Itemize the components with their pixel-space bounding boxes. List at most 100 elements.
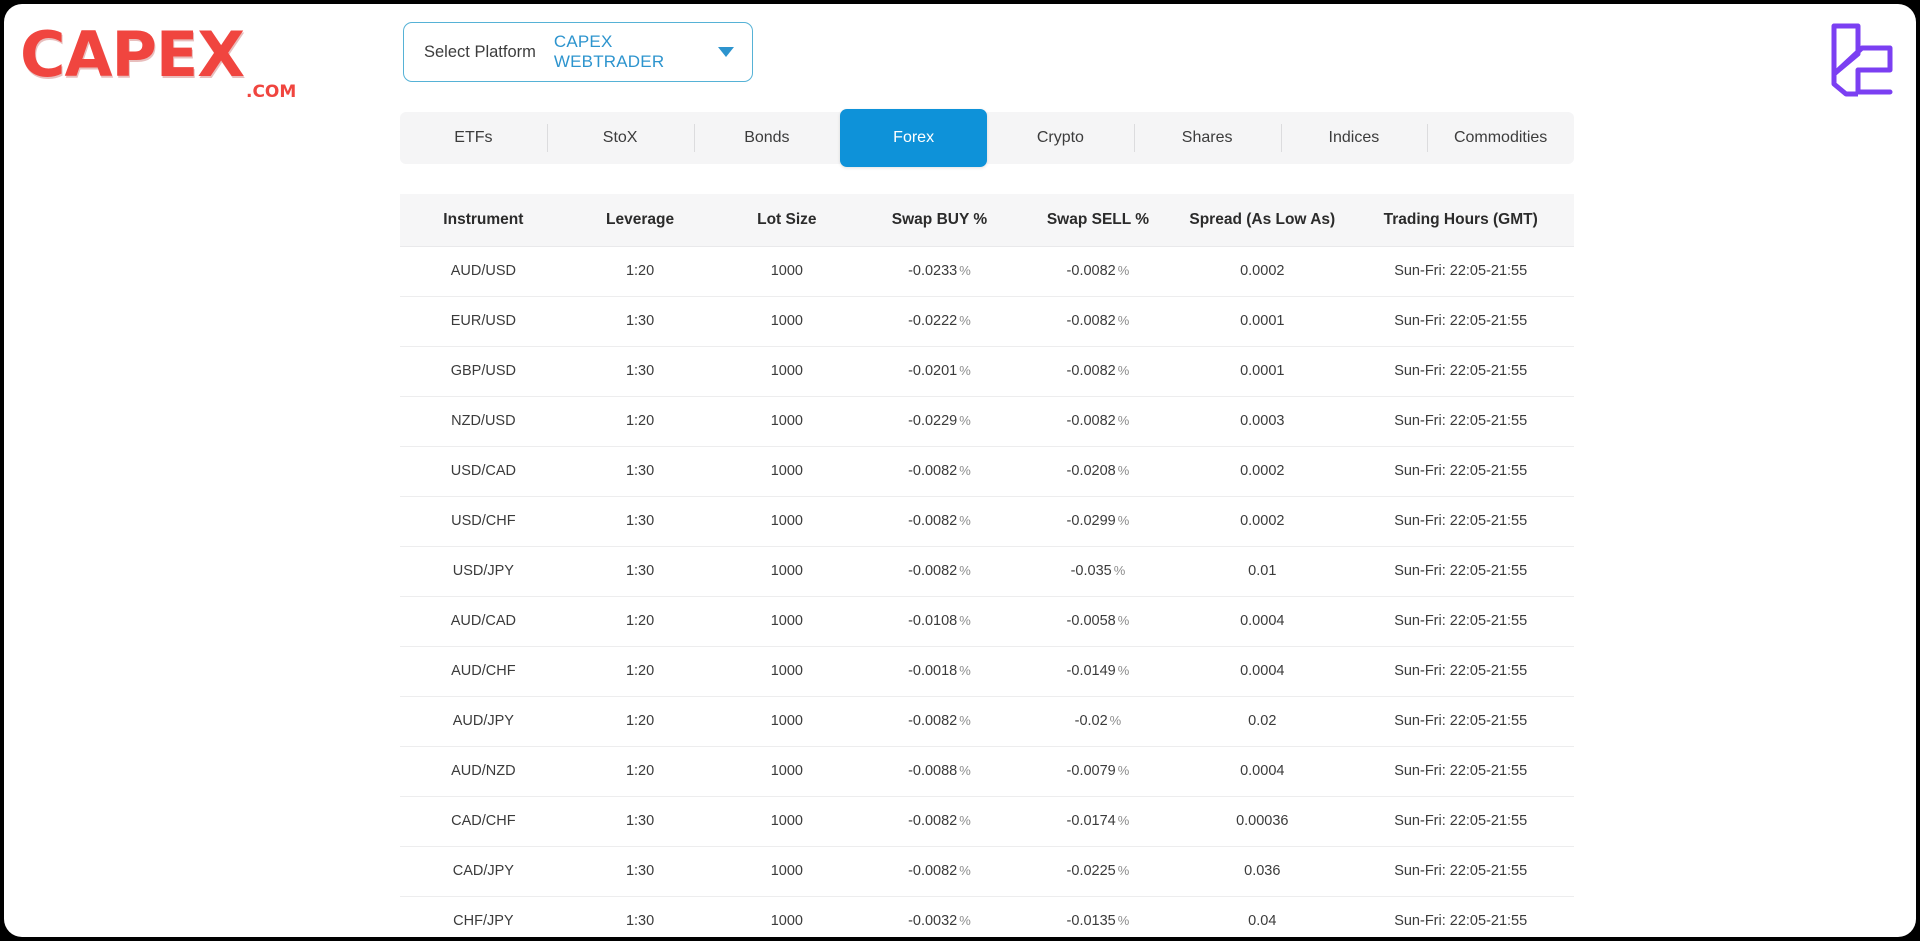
cell-swap-buy: -0.0082% (860, 496, 1019, 547)
asset-class-tabs: ETFs StoX Bonds Forex Crypto Shares Indices Com… (400, 109, 1574, 167)
tab-forex[interactable]: Forex (840, 109, 987, 167)
table-row: CAD/JPY 1:30 1000 -0.0082% -0.0225% 0.036 Sun-… (400, 846, 1574, 897)
cell-spread: 0.0001 (1177, 346, 1348, 397)
tab-etfs[interactable]: ETFs (400, 112, 547, 164)
main-content: ETFs StoX Bonds Forex Crypto Shares Indices Com… (400, 109, 1574, 937)
chevron-down-icon[interactable] (718, 47, 734, 57)
cell-value: -0.0222 (908, 313, 958, 329)
cell-spread: 0.0004 (1177, 646, 1348, 697)
table-row: USD/CHF 1:30 1000 -0.0082% -0.0299% 0.0002 Sun… (400, 496, 1574, 547)
tab-label: ETFs (454, 129, 493, 146)
table-row: USD/CAD 1:30 1000 -0.0082% -0.0208% 0.0002 Sun… (400, 446, 1574, 497)
tab-label: Commodities (1453, 129, 1548, 146)
percent-symbol: % (1117, 263, 1130, 278)
percent-symbol: % (1117, 513, 1130, 528)
cell-lot-size: 1000 (713, 746, 861, 797)
cell-leverage: 1:20 (566, 246, 714, 297)
percent-symbol: % (1117, 663, 1130, 678)
cell-swap-sell: -0.0082% (1018, 346, 1178, 397)
cell-instrument: CAD/CHF (400, 796, 567, 847)
column-header-lot: Lot Size (713, 194, 861, 247)
cell-hours: Sun-Fri: 22:05-21:55 (1347, 596, 1574, 647)
table-row: NZD/USD 1:20 1000 -0.0229% -0.0082% 0.0003 Sun… (400, 396, 1574, 447)
cell-value: -0.0018 (908, 663, 958, 679)
cell-value: -0.0201 (908, 363, 958, 379)
cell-hours: Sun-Fri: 22:05-21:55 (1347, 746, 1574, 797)
cell-value: -0.0225 (1066, 863, 1116, 879)
tab-bonds[interactable]: Bonds (693, 112, 841, 164)
capex-logo[interactable]: CAPEX .COM (18, 20, 318, 110)
cell-leverage: 1:20 (566, 596, 714, 647)
cell-value: -0.0174 (1066, 813, 1116, 829)
cell-swap-buy: -0.0229% (860, 396, 1019, 447)
tab-shares[interactable]: Shares (1133, 112, 1281, 164)
cell-hours: Sun-Fri: 22:05-21:55 (1347, 446, 1574, 497)
cell-hours: Sun-Fri: 22:05-21:55 (1347, 696, 1574, 747)
cell-instrument: USD/CHF (400, 496, 567, 547)
cell-instrument: AUD/CAD (400, 596, 567, 647)
cell-swap-buy: -0.0018% (860, 646, 1019, 697)
cell-spread: 0.036 (1177, 846, 1348, 897)
cell-leverage: 1:30 (566, 546, 714, 597)
column-header-hours: Trading Hours (GMT) (1347, 194, 1574, 247)
table-row: AUD/CAD 1:20 1000 -0.0108% -0.0058% 0.0004 Sun… (400, 596, 1574, 647)
cell-leverage: 1:20 (566, 696, 714, 747)
cell-hours: Sun-Fri: 22:05-21:55 (1347, 296, 1574, 347)
cell-value: -0.02 (1074, 713, 1108, 729)
tab-stox[interactable]: StoX (546, 112, 694, 164)
percent-symbol: % (1117, 613, 1130, 628)
forex-rates-table: Instrument Leverage Lot Size Swap BUY % Swap… (400, 194, 1574, 937)
percent-symbol: % (959, 913, 971, 929)
tab-label: Bonds (744, 129, 790, 146)
cell-leverage: 1:30 (566, 496, 714, 547)
table-row: GBP/USD 1:30 1000 -0.0201% -0.0082% 0.0001 Sun… (400, 346, 1574, 397)
percent-symbol: % (959, 413, 971, 428)
table-row: USD/JPY 1:30 1000 -0.0082% -0.035% 0.01 Sun-Fr… (400, 546, 1574, 597)
table-row: AUD/NZD 1:20 1000 -0.0088% -0.0079% 0.0004 Sun… (400, 746, 1574, 797)
tab-label: Crypto (1036, 129, 1084, 146)
logo-wordmark: CAPEX (20, 18, 245, 91)
tab-label: Forex (893, 129, 935, 146)
percent-symbol: % (959, 563, 971, 578)
tab-commodities[interactable]: Commodities (1427, 112, 1574, 164)
platform-select-dropdown[interactable]: Select Platform CAPEX WEBTRADER (403, 22, 753, 82)
column-header-swapsell: Swap SELL % (1018, 194, 1178, 247)
cell-swap-buy: -0.0088% (860, 746, 1019, 797)
cell-swap-buy: -0.0082% (860, 846, 1019, 897)
cell-value: -0.0149 (1066, 663, 1116, 679)
cell-swap-buy: -0.0222% (860, 296, 1019, 347)
cell-swap-sell: -0.0208% (1018, 446, 1178, 497)
cell-swap-sell: -0.0082% (1018, 296, 1178, 347)
cell-value: -0.0233 (908, 263, 958, 279)
cell-swap-buy: -0.0082% (860, 546, 1019, 597)
cell-swap-sell: -0.0225% (1018, 846, 1178, 897)
cell-leverage: 1:20 (566, 646, 714, 697)
cell-leverage: 1:20 (566, 746, 714, 797)
cell-spread: 0.01 (1177, 546, 1348, 597)
cell-hours: Sun-Fri: 22:05-21:55 (1347, 396, 1574, 447)
percent-symbol: % (1117, 463, 1130, 478)
cell-instrument: AUD/CHF (400, 646, 567, 697)
cell-value: -0.0082 (908, 563, 958, 579)
tab-indices[interactable]: Indices (1280, 112, 1428, 164)
cell-swap-buy: -0.0108% (860, 596, 1019, 647)
cell-value: -0.0082 (908, 813, 958, 829)
column-header-spread: Spread (As Low As) (1177, 194, 1348, 247)
cell-instrument: CHF/JPY (400, 896, 567, 937)
cell-spread: 0.0004 (1177, 746, 1348, 797)
platform-select-value: CAPEX WEBTRADER (553, 32, 665, 71)
cell-value: -0.0229 (908, 413, 958, 429)
cell-value: -0.0082 (908, 863, 958, 879)
cell-lot-size: 1000 (713, 896, 861, 937)
cell-swap-sell: -0.0079% (1018, 746, 1178, 797)
cell-hours: Sun-Fri: 22:05-21:55 (1347, 646, 1574, 697)
cell-swap-sell: -0.0299% (1018, 496, 1178, 547)
cell-instrument: GBP/USD (400, 346, 567, 397)
cell-value: -0.0058 (1066, 613, 1116, 629)
cell-hours: Sun-Fri: 22:05-21:55 (1347, 496, 1574, 547)
cell-lot-size: 1000 (713, 846, 861, 897)
cell-value: -0.0208 (1066, 463, 1116, 479)
cell-swap-sell: -0.0058% (1018, 596, 1178, 647)
tab-crypto[interactable]: Crypto (987, 112, 1134, 164)
percent-symbol: % (959, 813, 971, 828)
